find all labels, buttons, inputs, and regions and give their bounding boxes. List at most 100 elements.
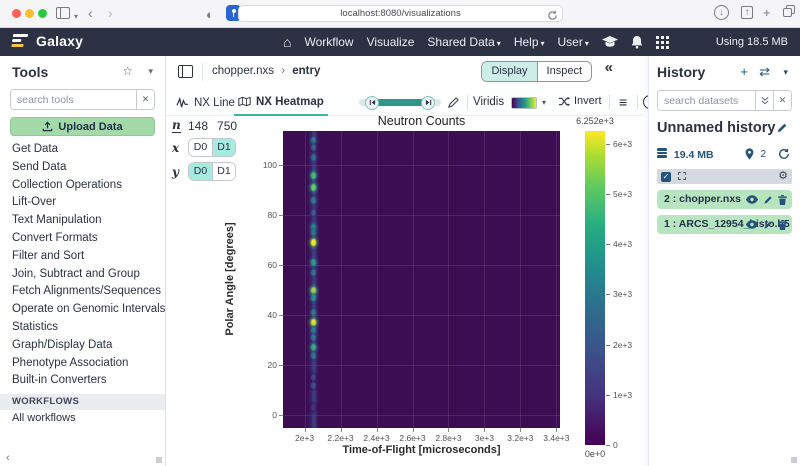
- refresh-history-icon[interactable]: [778, 148, 790, 160]
- apps-grid-icon[interactable]: [656, 36, 669, 49]
- tool-section-item[interactable]: Statistics: [0, 319, 165, 337]
- domain-range-slider[interactable]: [359, 99, 441, 106]
- nav-workflow[interactable]: Workflow: [304, 35, 353, 49]
- y-dim-d0-button[interactable]: D0: [189, 163, 212, 180]
- colormap-swatch[interactable]: [511, 97, 537, 109]
- switch-history-icon[interactable]: ⇄: [759, 64, 770, 80]
- nav-user[interactable]: User▾: [558, 35, 589, 49]
- tab-nx-heatmap[interactable]: NX Heatmap: [234, 89, 328, 116]
- notifications-bell-icon[interactable]: [631, 36, 643, 49]
- display-eye-icon[interactable]: [746, 195, 758, 204]
- close-window-button[interactable]: [12, 9, 21, 18]
- datasets-search-input[interactable]: [658, 91, 755, 110]
- display-eye-icon[interactable]: [746, 220, 758, 229]
- slider-handle-min[interactable]: [365, 96, 379, 110]
- forward-button[interactable]: ›: [108, 4, 113, 22]
- tools-search-input[interactable]: [11, 90, 136, 109]
- y-dim-d1-button[interactable]: D1: [212, 163, 235, 180]
- upload-data-button[interactable]: Upload Data: [10, 117, 155, 136]
- gridline-horizontal: [283, 415, 560, 416]
- tool-section-item[interactable]: Fetch Alignments/Sequences: [0, 283, 165, 301]
- select-all-checkbox[interactable]: ✓: [661, 172, 671, 182]
- tab-display[interactable]: Display: [482, 62, 537, 81]
- delete-trash-icon[interactable]: [778, 220, 787, 230]
- x-dim-d1-button[interactable]: D1: [212, 139, 235, 156]
- edit-history-name-pencil-icon[interactable]: [776, 122, 788, 134]
- colorbar[interactable]: [585, 131, 605, 445]
- reload-icon[interactable]: [547, 8, 558, 23]
- back-button[interactable]: ‹: [88, 4, 93, 22]
- invert-colormap-button[interactable]: Invert: [558, 95, 602, 107]
- tab-overview-icon[interactable]: [783, 8, 792, 17]
- tool-section-item[interactable]: Text Manipulation: [0, 212, 165, 230]
- history-options-caret-icon[interactable]: ▾: [783, 67, 788, 78]
- brand-title[interactable]: Galaxy: [36, 33, 83, 49]
- advanced-filter-icon[interactable]: [755, 91, 773, 110]
- colormap-name[interactable]: Viridis: [473, 96, 504, 108]
- sidebar-chevron-icon[interactable]: ▾: [74, 8, 78, 26]
- tool-section-item[interactable]: Lift-Over: [0, 194, 165, 212]
- home-icon[interactable]: ⌂: [283, 34, 291, 50]
- zoom-window-button[interactable]: [38, 9, 47, 18]
- snapshot-menu-icon[interactable]: ≡: [619, 94, 627, 110]
- shown-items-pin-icon[interactable]: [745, 148, 754, 160]
- dataset-item-1[interactable]: 1 : ARCS_12954_histo.h5: [657, 215, 792, 234]
- share-icon[interactable]: ↑: [741, 6, 753, 19]
- collapse-left-panel-icon[interactable]: ‹: [6, 452, 10, 464]
- storage-usage-label[interactable]: Using 18.5 MB: [716, 36, 788, 48]
- tool-section-item[interactable]: Operate on Genomic Intervals: [0, 301, 165, 319]
- history-gear-icon[interactable]: ⚙: [778, 169, 788, 182]
- heatmap-peak: [311, 137, 316, 144]
- nav-visualize[interactable]: Visualize: [367, 35, 415, 49]
- breadcrumb-file[interactable]: chopper.nxs: [212, 65, 274, 77]
- new-tab-icon[interactable]: +: [763, 7, 771, 19]
- collapse-panel-icon[interactable]: «: [605, 59, 613, 76]
- workflows-section-header: WORKFLOWS: [0, 394, 165, 410]
- favorites-star-icon[interactable]: ☆: [122, 64, 133, 78]
- panel-caret-icon[interactable]: ▾: [148, 66, 153, 77]
- chevron-down-icon[interactable]: ▾: [542, 98, 546, 107]
- edit-pencil-icon[interactable]: [763, 220, 773, 230]
- breadcrumb-entry[interactable]: entry: [292, 65, 320, 77]
- tool-section-item[interactable]: Collection Operations: [0, 177, 165, 195]
- clear-search-icon[interactable]: ✕: [136, 90, 154, 109]
- galaxy-logo[interactable]: [11, 34, 31, 50]
- interactive-tools-icon[interactable]: [602, 36, 618, 48]
- history-size[interactable]: 19.4 MB: [674, 149, 714, 161]
- heatmap-plot[interactable]: [283, 131, 560, 428]
- delete-trash-icon[interactable]: [778, 195, 787, 205]
- tool-section-item[interactable]: Graph/Display Data: [0, 337, 165, 355]
- slider-handle-max[interactable]: [421, 96, 435, 110]
- tool-section-item[interactable]: Convert Formats: [0, 230, 165, 248]
- dataset-item-2[interactable]: 2 : chopper.nxs: [657, 190, 792, 209]
- edit-domain-pencil-icon[interactable]: [447, 96, 460, 109]
- clear-search-icon[interactable]: ✕: [773, 91, 791, 110]
- tool-section-item[interactable]: Join, Subtract and Group: [0, 266, 165, 284]
- tab-nx-line[interactable]: NX Line: [176, 89, 235, 116]
- tool-section-item[interactable]: Get Data: [0, 141, 165, 159]
- new-history-plus-icon[interactable]: +: [740, 64, 748, 79]
- history-name[interactable]: Unnamed history: [657, 120, 775, 136]
- mode-tabs: Display Inspect: [481, 61, 592, 82]
- edit-pencil-icon[interactable]: [763, 195, 773, 205]
- history-panel-resize-grip[interactable]: [791, 457, 797, 463]
- reader-shields-icon[interactable]: ◐: [206, 6, 214, 24]
- drag-select-icon[interactable]: [678, 172, 686, 180]
- nav-help[interactable]: Help▾: [514, 35, 545, 49]
- tool-section-item[interactable]: Phenotype Association: [0, 355, 165, 373]
- nav-shared-data[interactable]: Shared Data▾: [427, 35, 500, 49]
- tool-section-item[interactable]: Built-in Converters: [0, 372, 165, 390]
- tab-inspect[interactable]: Inspect: [538, 62, 591, 81]
- workflow-item[interactable]: All workflows: [0, 410, 165, 427]
- x-dim-d0-button[interactable]: D0: [189, 139, 212, 156]
- url-bar[interactable]: localhost:8080/visualizations: [238, 5, 563, 22]
- toggle-dataset-sidebar-icon[interactable]: [178, 65, 193, 78]
- downloads-icon[interactable]: ↓: [714, 5, 729, 20]
- minimize-window-button[interactable]: [25, 9, 34, 18]
- browser-sidebar-icon[interactable]: [56, 7, 70, 19]
- x-axis-tick: [448, 428, 449, 432]
- dim-y-label: y: [172, 165, 181, 179]
- tool-section-item[interactable]: Send Data: [0, 159, 165, 177]
- tools-panel-resize-grip[interactable]: [156, 457, 162, 463]
- tool-section-item[interactable]: Filter and Sort: [0, 248, 165, 266]
